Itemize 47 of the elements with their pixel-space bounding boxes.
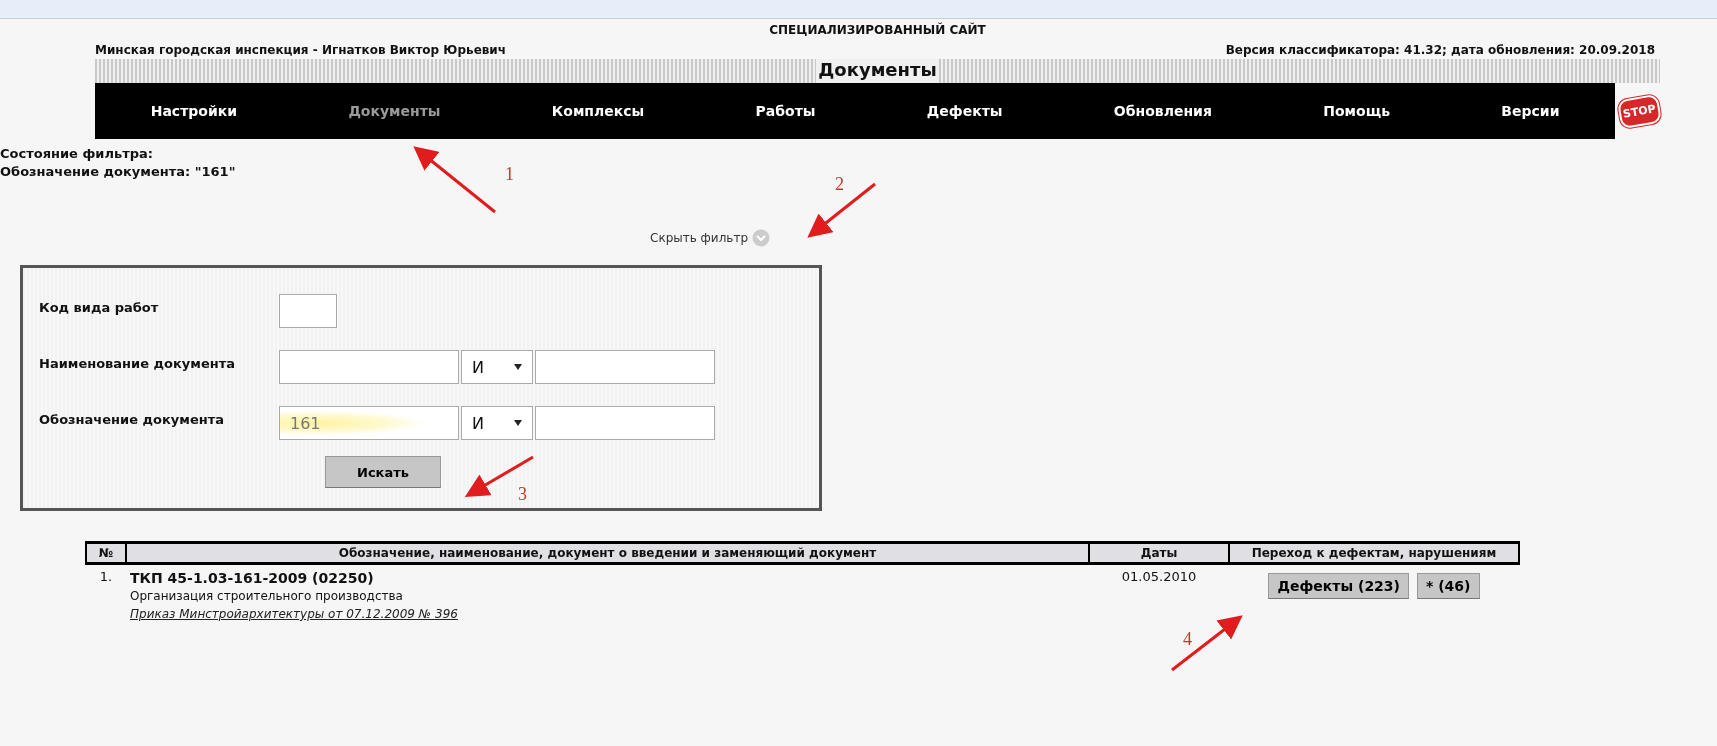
column-header: Обозначение, наименование, документ о введении и заменяющий документ — [126, 542, 1089, 564]
stop-sign-icon[interactable]: STOP — [1616, 93, 1663, 129]
hide-filter-link[interactable]: Скрыть фильтр — [650, 231, 748, 245]
search-button[interactable]: Искать — [325, 456, 441, 488]
user-name: Минская городская инспекция - Игнатков Виктор Юрьевич — [95, 43, 506, 57]
input-field[interactable]: 161 — [279, 406, 459, 440]
version-info: Версия классификатора: 41.32; дата обновления: 20.09.2018 — [1225, 43, 1655, 57]
document-name: Организация строительного производства — [130, 588, 404, 605]
annotation-number: 2 — [835, 174, 844, 194]
document-designation: ТКП 45-1.03-161-2009 (02250) — [130, 569, 375, 587]
field-label: Наименование документа — [39, 355, 236, 371]
input-field[interactable] — [279, 350, 459, 384]
chevron-down-icon[interactable] — [752, 229, 770, 247]
column-header: Переход к дефектам, нарушениям — [1229, 542, 1519, 564]
input-field[interactable] — [535, 406, 715, 440]
annotation-number: 4 — [1183, 629, 1192, 649]
input-field[interactable] — [535, 350, 715, 384]
column-header: № — [86, 542, 126, 564]
input-field[interactable] — [279, 294, 337, 328]
field-label: Обозначение документа — [39, 411, 225, 427]
nav-link[interactable]: Работы — [755, 103, 816, 119]
date-cell: 01.05.2010 — [1121, 569, 1197, 584]
column-header: Даты — [1089, 542, 1229, 564]
annotation-number: 3 — [518, 484, 527, 504]
row-number: 1. — [99, 569, 113, 584]
page-title: Документы — [816, 59, 939, 83]
nav-link[interactable]: Настройки — [150, 103, 237, 119]
nav-link[interactable]: Версии — [1501, 103, 1560, 119]
operator-select[interactable]: И — [461, 406, 533, 440]
nav-link[interactable]: Документы — [348, 103, 441, 119]
caret-icon — [514, 420, 522, 426]
annotation-arrow — [1171, 615, 1243, 672]
nav-link[interactable]: Помощь — [1323, 103, 1390, 119]
site-title: СПЕЦИАЛИЗИРОВАННЫЙ САЙТ — [768, 23, 987, 37]
caret-icon — [514, 364, 522, 370]
annotation-arrow — [464, 455, 534, 498]
filter-state-title: Состояние фильтра: — [0, 145, 153, 163]
order-link[interactable]: Приказ Минстройархитектуры от 07.12.2009 № 396 — [130, 607, 458, 621]
nav-link[interactable]: Обновления — [1113, 103, 1212, 119]
operator-select[interactable]: И — [461, 350, 533, 384]
nav-link[interactable]: Дефекты — [926, 103, 1003, 119]
filter-state-value: Обозначение документа: "161" — [0, 163, 236, 181]
defects-button[interactable]: * (46) — [1417, 573, 1480, 599]
defects-button[interactable]: Дефекты (223) — [1268, 573, 1409, 599]
annotation-number: 1 — [505, 164, 514, 184]
nav-link[interactable]: Комплексы — [551, 103, 645, 119]
field-label: Код вида работ — [39, 299, 160, 315]
